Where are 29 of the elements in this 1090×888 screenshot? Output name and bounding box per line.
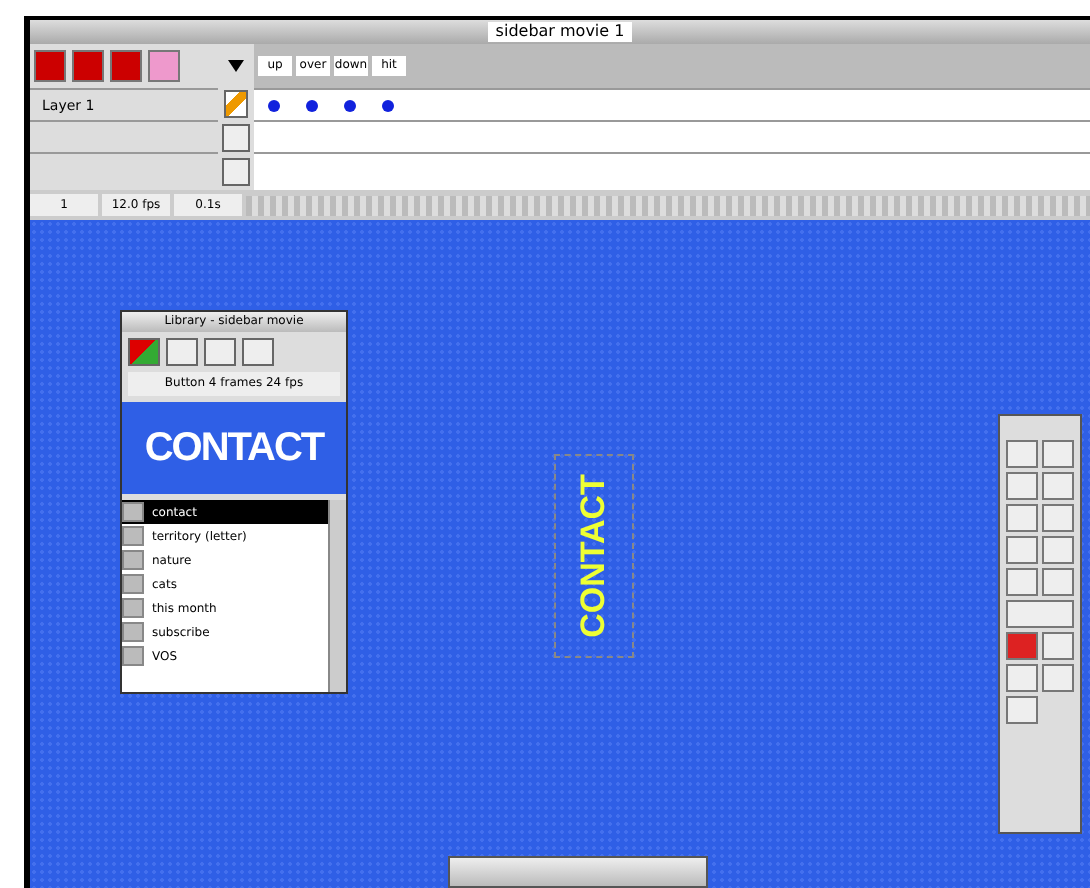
tool-icon[interactable] <box>1042 472 1074 500</box>
tool-icon[interactable] <box>1006 664 1038 692</box>
tool-icon[interactable] <box>1042 536 1074 564</box>
tool-icon[interactable] <box>1042 632 1074 660</box>
window-title: sidebar movie 1 <box>487 22 633 42</box>
tool-icon[interactable] <box>1042 504 1074 532</box>
layer-tool-icon[interactable] <box>148 50 180 82</box>
tool-icon[interactable] <box>1006 600 1074 628</box>
keyframe-icon[interactable] <box>343 99 355 111</box>
tool-icon[interactable] <box>1006 568 1038 596</box>
scrollbar[interactable] <box>328 500 346 692</box>
tool-icon[interactable] <box>1006 696 1038 724</box>
tool-icon[interactable] <box>1006 504 1038 532</box>
button-symbol[interactable]: CONTACT <box>554 454 634 658</box>
pencil-icon <box>224 90 248 118</box>
tool-icon[interactable] <box>1042 664 1074 692</box>
scrollbar[interactable] <box>246 195 1090 215</box>
keyframe-icon[interactable] <box>381 99 393 111</box>
tool-icon[interactable] <box>1042 568 1074 596</box>
tool-icon[interactable] <box>1006 536 1038 564</box>
tool-icon[interactable] <box>1042 440 1074 468</box>
symbol-text: CONTACT <box>574 474 614 638</box>
keyframe-icon[interactable] <box>305 99 317 111</box>
tool-icon[interactable] <box>1006 472 1038 500</box>
preview-text: CONTACT <box>144 425 324 471</box>
layer-toggle-box[interactable] <box>222 124 250 152</box>
keyframe-icon[interactable] <box>267 99 279 111</box>
tool-icon[interactable] <box>1006 440 1038 468</box>
layer-toggle-box[interactable] <box>222 158 250 186</box>
